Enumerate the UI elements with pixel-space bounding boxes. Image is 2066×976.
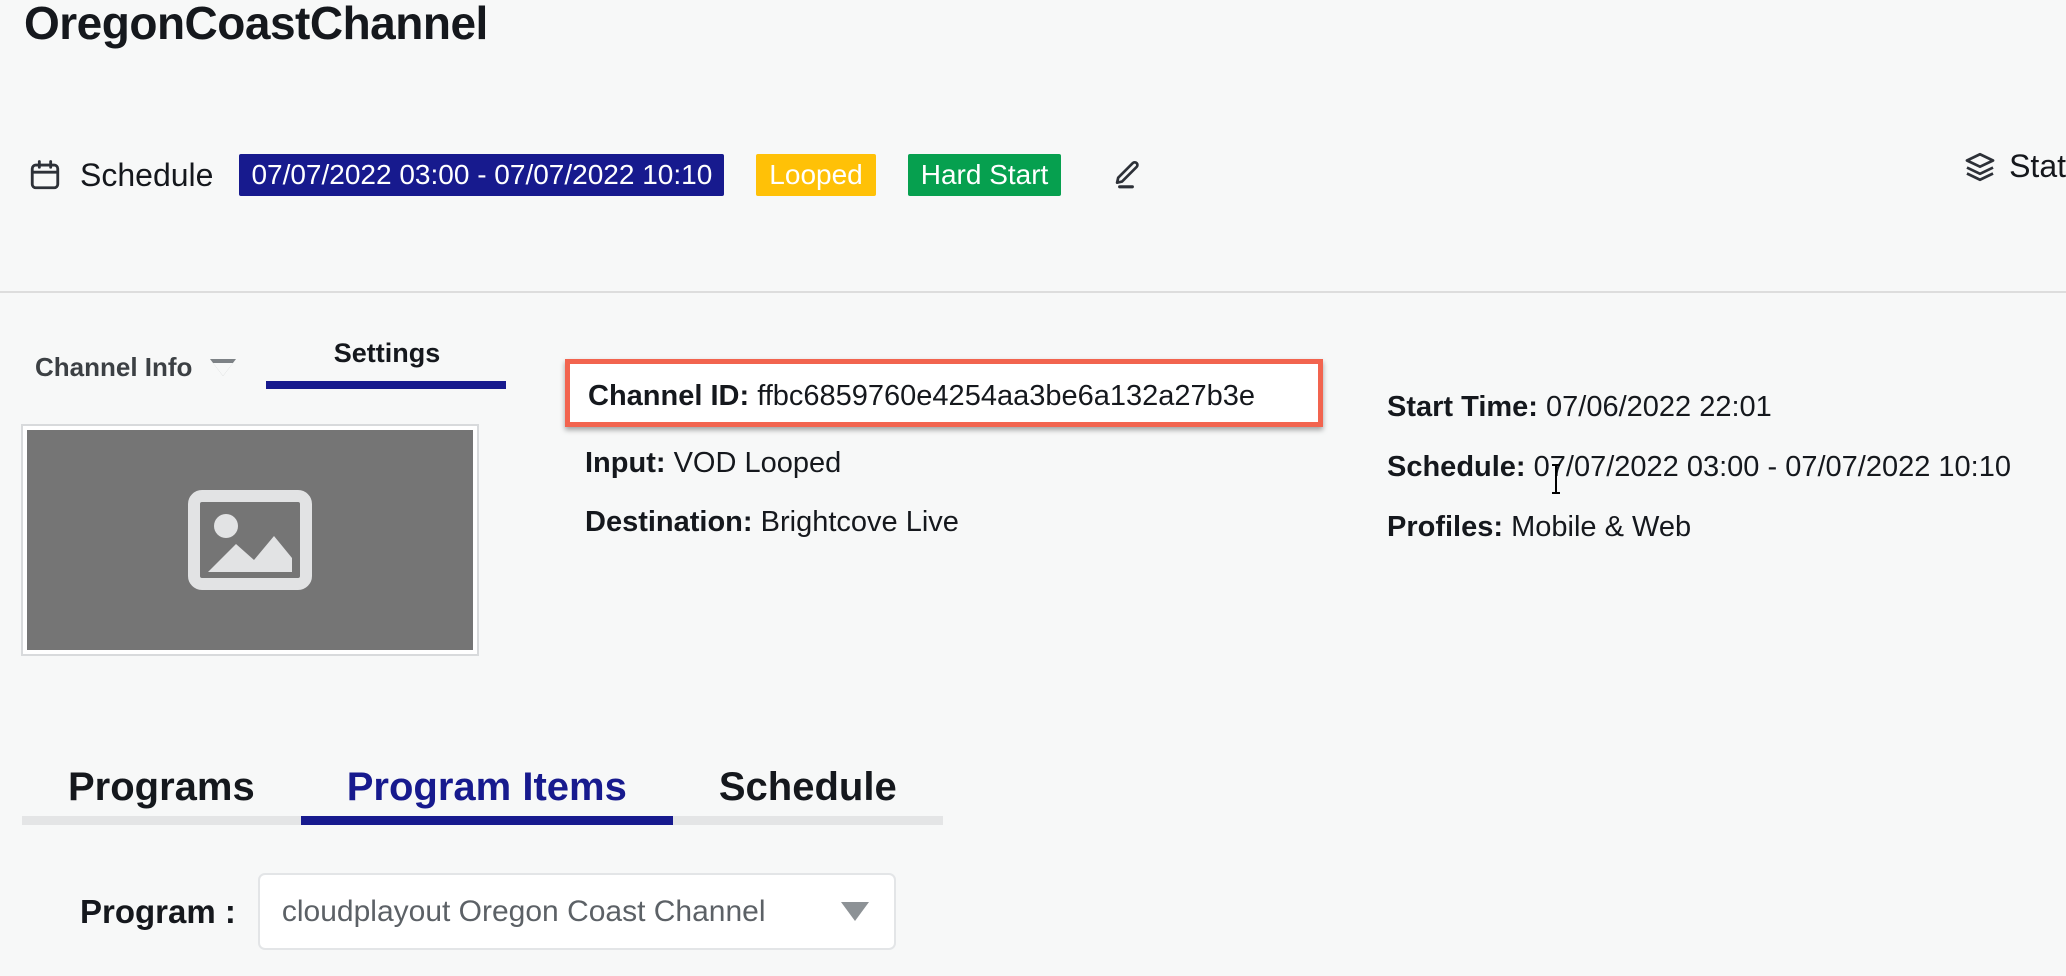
tab-schedule[interactable]: Schedule bbox=[672, 765, 943, 825]
thumbnail-placeholder-area bbox=[27, 430, 473, 650]
channel-id-highlight: Channel ID: ffbc6859760e4254aa3be6a132a2… bbox=[565, 359, 1323, 427]
schedule-range-pill[interactable]: 07/07/2022 03:00 - 07/07/2022 10:10 bbox=[239, 154, 725, 196]
schedule-label: Schedule bbox=[80, 156, 214, 193]
settings-subtab-row: Channel Info Settings bbox=[0, 338, 560, 406]
destination-value: Brightcove Live bbox=[760, 506, 959, 538]
tab-schedule-underline bbox=[672, 816, 943, 825]
subtab-channel-info-label: Channel Info bbox=[35, 352, 193, 382]
subtab-channel-info[interactable]: Channel Info bbox=[35, 352, 237, 383]
start-time-value: 07/06/2022 22:01 bbox=[1546, 391, 1772, 423]
channel-header-bar: Schedule 07/07/2022 03:00 - 07/07/2022 1… bbox=[0, 130, 2066, 220]
tab-program-items-underline bbox=[300, 816, 673, 825]
schedule-detail-value: 07/07/2022 03:00 - 07/07/2022 10:10 bbox=[1533, 451, 2011, 483]
page-title: OregonCoastChannel bbox=[24, 0, 488, 49]
destination-row: Destination: Brightcove Live bbox=[585, 508, 959, 537]
status-label: Stat bbox=[2009, 148, 2066, 184]
program-select-value: cloudplayout Oregon Coast Channel bbox=[281, 894, 766, 928]
start-time-row: Start Time: 07/06/2022 22:01 bbox=[1387, 393, 1772, 422]
looped-badge: Looped bbox=[756, 154, 876, 196]
header-divider bbox=[0, 291, 2066, 293]
hard-start-badge: Hard Start bbox=[907, 154, 1062, 196]
program-label: Program : bbox=[80, 892, 236, 930]
tab-program-items[interactable]: Program Items bbox=[300, 765, 673, 825]
channel-id-value: ffbc6859760e4254aa3be6a132a27b3e bbox=[757, 380, 1256, 412]
schedule-detail-label: Schedule: bbox=[1387, 451, 1526, 483]
tab-programs-label: Programs bbox=[68, 765, 255, 809]
status-link[interactable]: Stat bbox=[1963, 148, 2066, 185]
start-time-label: Start Time: bbox=[1387, 391, 1538, 423]
tab-programs-underline bbox=[22, 816, 301, 825]
caret-down-icon[interactable] bbox=[840, 902, 869, 921]
input-value: VOD Looped bbox=[673, 447, 842, 479]
subtab-settings-label: Settings bbox=[333, 338, 441, 368]
input-label: Input: bbox=[585, 447, 666, 479]
program-tab-row: Programs Program Items Schedule bbox=[22, 765, 943, 825]
tab-programs[interactable]: Programs bbox=[22, 765, 301, 825]
profiles-value: Mobile & Web bbox=[1511, 511, 1692, 543]
calendar-icon bbox=[30, 160, 60, 190]
channel-id-label: Channel ID: bbox=[588, 380, 750, 412]
destination-label: Destination: bbox=[585, 506, 753, 538]
tab-program-items-label: Program Items bbox=[346, 765, 627, 809]
program-selector-row: Program : cloudplayout Oregon Coast Chan… bbox=[80, 873, 896, 950]
triangle-down-icon[interactable] bbox=[210, 359, 237, 376]
channel-thumbnail[interactable] bbox=[21, 424, 479, 656]
image-placeholder-icon bbox=[188, 490, 312, 590]
program-select[interactable]: cloudplayout Oregon Coast Channel bbox=[257, 873, 896, 950]
subtab-active-underline bbox=[266, 381, 506, 389]
subtab-settings[interactable]: Settings bbox=[266, 338, 506, 389]
profiles-label: Profiles: bbox=[1387, 511, 1504, 543]
input-row: Input: VOD Looped bbox=[585, 449, 841, 478]
schedule-summary-group: Schedule 07/07/2022 03:00 - 07/07/2022 1… bbox=[28, 154, 1143, 196]
schedule-row: Schedule: 07/07/2022 03:00 - 07/07/2022 … bbox=[1387, 453, 2011, 482]
pencil-icon[interactable] bbox=[1109, 158, 1143, 192]
layers-icon bbox=[1965, 152, 1995, 181]
tab-schedule-label: Schedule bbox=[718, 765, 897, 809]
channel-id-row: Channel ID: ffbc6859760e4254aa3be6a132a2… bbox=[588, 382, 1255, 411]
profiles-row: Profiles: Mobile & Web bbox=[1387, 513, 1691, 542]
